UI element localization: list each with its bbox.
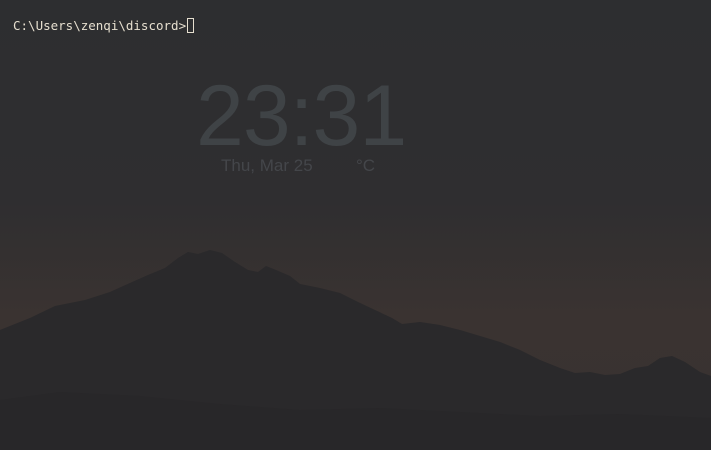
clock-time: 23:31	[196, 68, 407, 164]
terminal-prompt-line[interactable]: C:\Users\zenqi\discord>	[13, 18, 195, 34]
terminal-prompt: C:\Users\zenqi\discord>	[13, 18, 187, 33]
desktop-screen: C:\Users\zenqi\discord> 23:31 Thu, Mar 2…	[0, 0, 711, 450]
text-cursor	[187, 18, 195, 33]
weather-temperature-unit: °C	[356, 156, 376, 175]
clock-date: Thu, Mar 25	[221, 156, 313, 175]
